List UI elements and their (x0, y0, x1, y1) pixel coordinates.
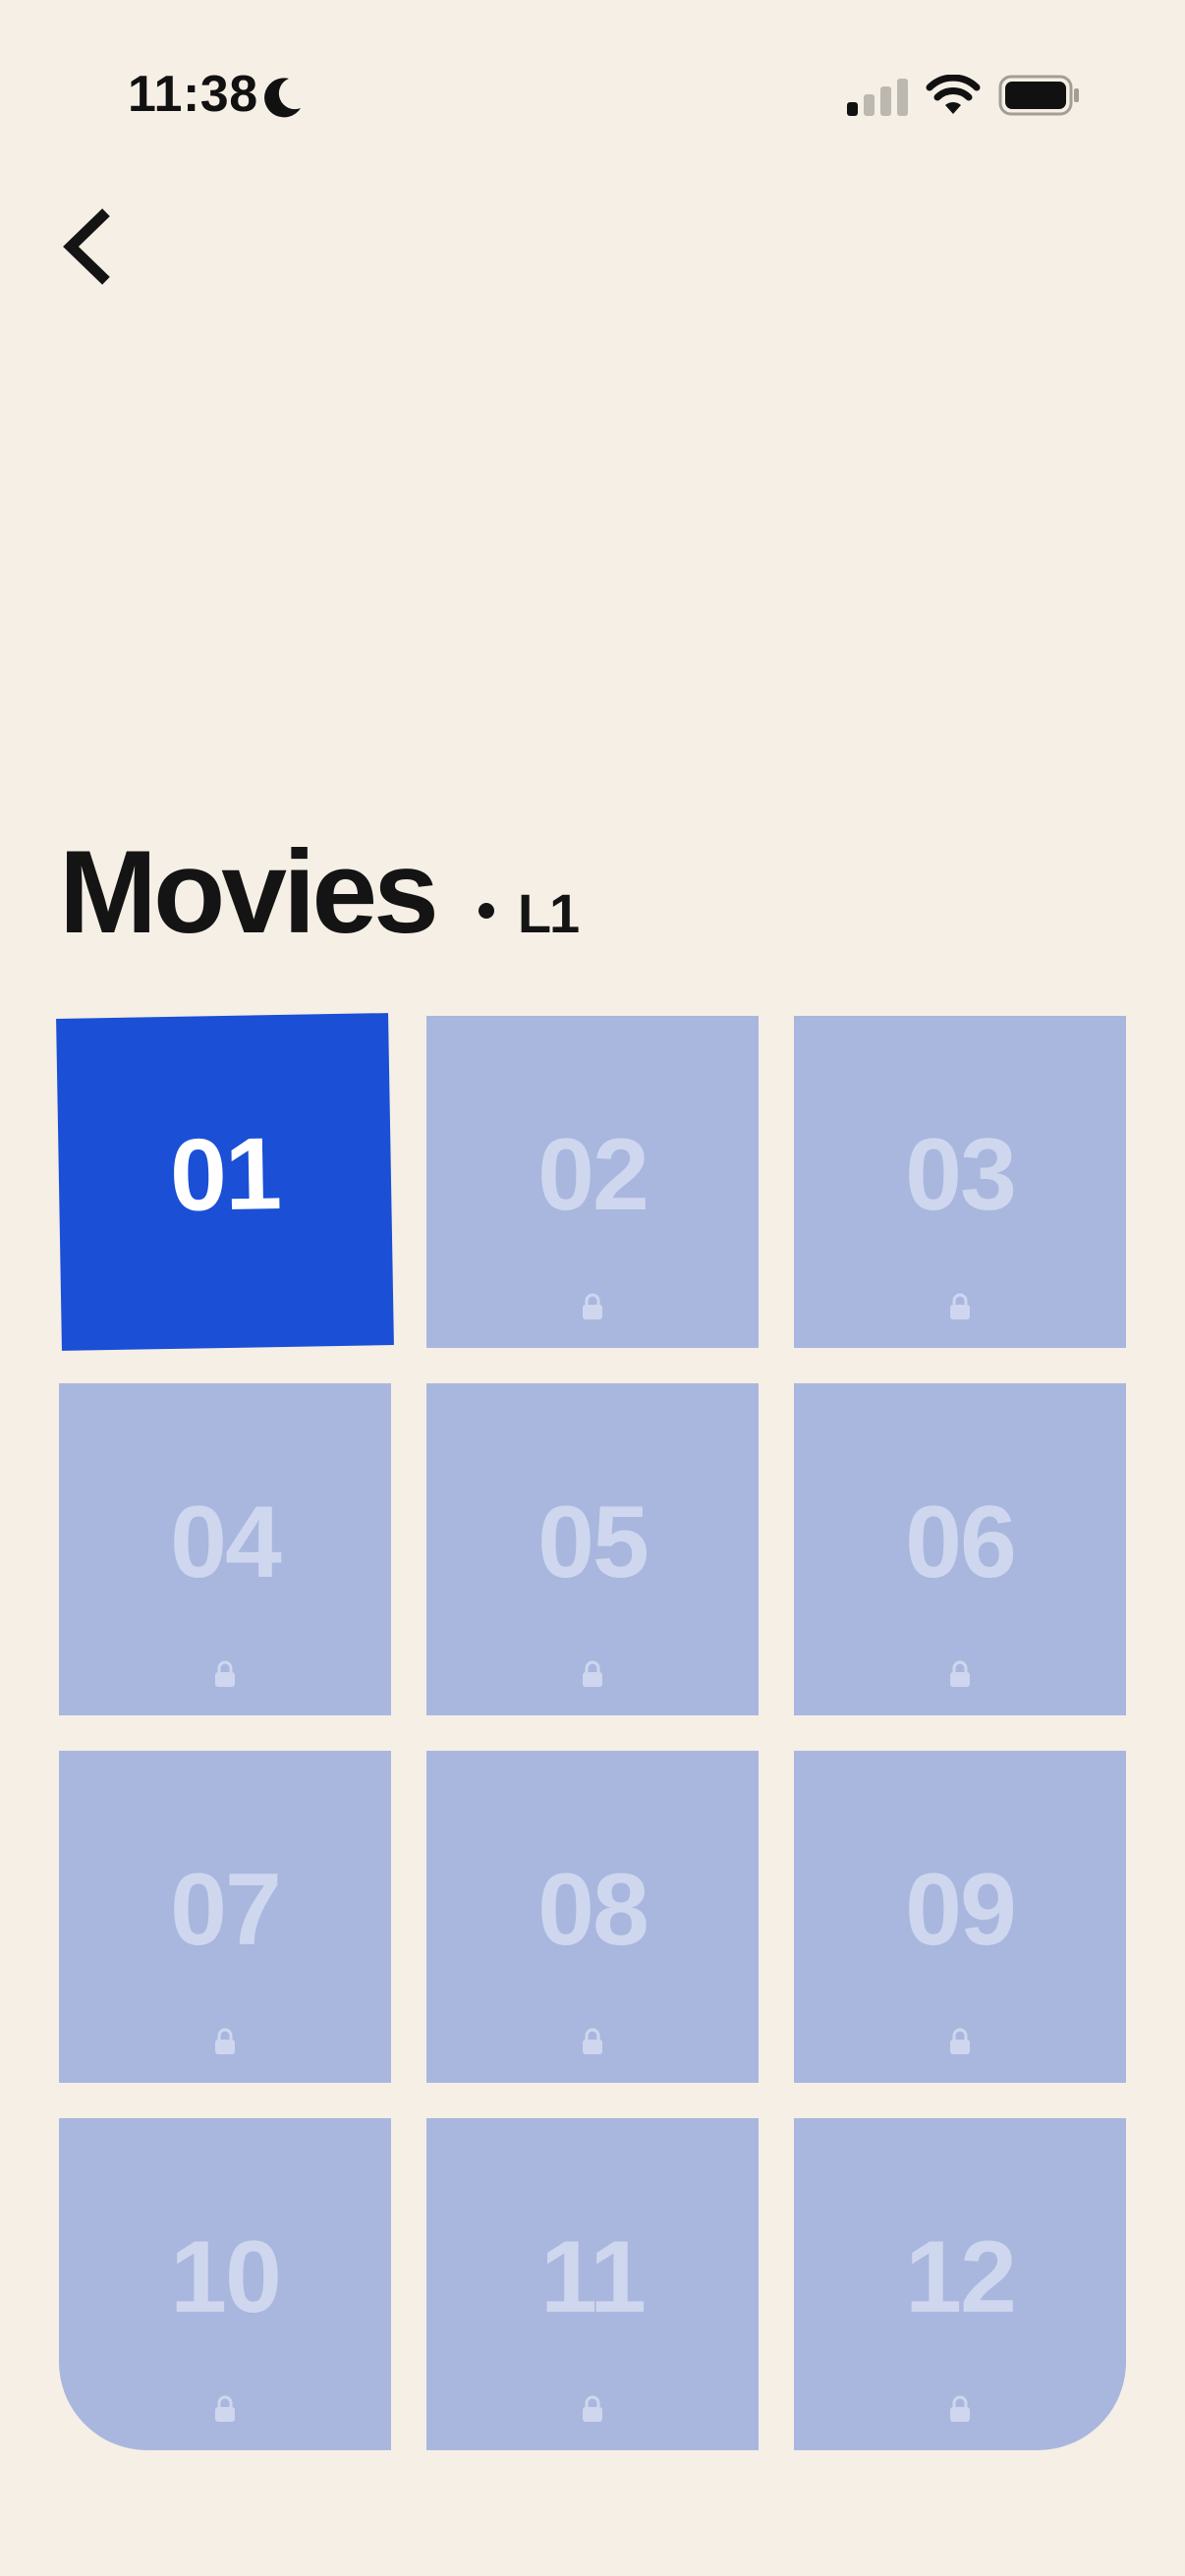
title-separator-dot (478, 903, 494, 919)
level-grid: 01 02 03 04 05 06 07 08 09 10 11 12 (56, 1013, 1126, 2452)
lock-icon (215, 2028, 235, 2054)
level-number: 02 (537, 1118, 649, 1232)
level-tile[interactable]: 11 (426, 2118, 759, 2450)
level-tile[interactable]: 01 (56, 1013, 394, 1351)
chevron-left-icon (63, 208, 110, 285)
moon-icon (264, 78, 301, 118)
level-number: 10 (170, 2220, 282, 2334)
level-badge: L1 (517, 882, 580, 944)
level-number: 05 (537, 1485, 649, 1599)
level-tile[interactable]: 04 (59, 1383, 391, 1715)
lock-icon (583, 1293, 602, 1319)
level-tile[interactable]: 12 (794, 2118, 1126, 2450)
level-tile[interactable]: 10 (59, 2118, 391, 2450)
lock-icon (215, 2395, 235, 2422)
lock-icon (950, 2028, 970, 2054)
wifi-icon (926, 75, 981, 114)
level-tile[interactable]: 02 (426, 1016, 759, 1348)
title-row: Movies L1 (59, 826, 580, 961)
back-button[interactable] (51, 202, 130, 291)
lock-icon (583, 2395, 602, 2422)
lock-icon (950, 2395, 970, 2422)
level-tile[interactable]: 05 (426, 1383, 759, 1715)
level-number: 07 (170, 1853, 282, 1967)
level-tile[interactable]: 08 (426, 1751, 759, 2083)
page-title: Movies (59, 826, 439, 958)
level-tile[interactable]: 09 (794, 1751, 1126, 2083)
battery-icon (998, 75, 1079, 116)
level-number: 03 (905, 1118, 1017, 1232)
lock-icon (950, 1293, 970, 1319)
status-bar: 11:38 (0, 0, 1185, 196)
lock-icon (950, 1660, 970, 1687)
level-number: 01 (169, 1117, 281, 1233)
level-number: 06 (905, 1485, 1017, 1599)
lock-icon (583, 1660, 602, 1687)
level-tile[interactable]: 03 (794, 1016, 1126, 1348)
lock-icon (215, 1660, 235, 1687)
level-number: 04 (170, 1485, 282, 1599)
level-number: 12 (905, 2220, 1017, 2334)
level-number: 09 (905, 1853, 1017, 1967)
level-tile[interactable]: 06 (794, 1383, 1126, 1715)
level-number: 11 (540, 2220, 647, 2334)
cellular-signal-icon (847, 79, 908, 116)
status-time: 11:38 (128, 66, 258, 123)
lock-icon (583, 2028, 602, 2054)
level-tile[interactable]: 07 (59, 1751, 391, 2083)
level-number: 08 (537, 1853, 649, 1967)
